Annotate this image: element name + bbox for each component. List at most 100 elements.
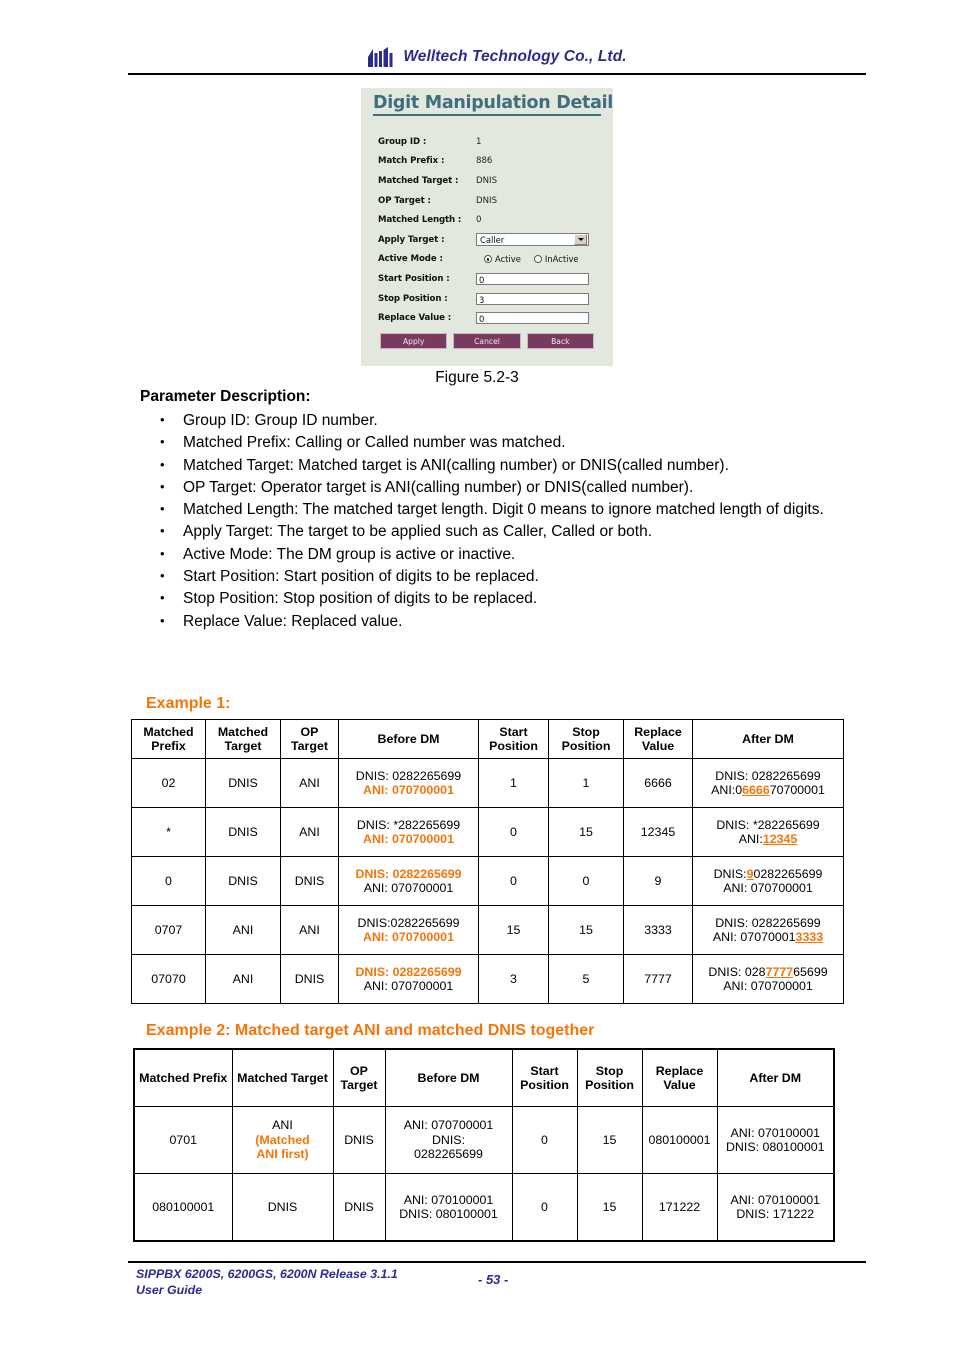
cell-op-target: DNIS — [280, 954, 339, 1004]
cell-before-dm: DNIS: 0282265699 ANI: 070700001 — [338, 758, 479, 808]
welltech-logo-icon — [368, 47, 393, 67]
cell-replace-value: 3333 — [623, 905, 693, 955]
list-item: Active Mode: The DM group is active or i… — [146, 543, 846, 566]
matched-target-label: Matched Target : — [378, 175, 459, 186]
page-number: - 53 - — [478, 1272, 509, 1287]
back-button[interactable]: Back — [526, 333, 594, 349]
column-header-matched-target: Matched Target — [231, 1048, 334, 1107]
column-header-stop-position: Stop Position — [576, 1048, 643, 1107]
cell-op-target: DNIS — [332, 1173, 386, 1242]
apply-target-select[interactable]: Caller — [476, 233, 589, 247]
op-target-label: OP Target : — [378, 195, 431, 206]
cell-stop-position: 1 — [548, 758, 624, 808]
cell-matched-prefix: 02 — [131, 758, 206, 808]
cell-op-target: DNIS — [280, 856, 339, 906]
example2-heading: Example 2: Matched target ANI and matche… — [146, 1022, 595, 1039]
field-replace-value: Replace Value : 0 — [378, 308, 606, 328]
radio-active[interactable]: Active — [484, 254, 521, 264]
column-header-matched-prefix: Matched Prefix — [133, 1048, 233, 1107]
cell-replace-value: 9 — [623, 856, 693, 906]
cell-start-position: 0 — [511, 1173, 578, 1242]
list-item: Matched Prefix: Calling or Called number… — [146, 431, 846, 454]
brand: Welltech Technology Co., Ltd. — [128, 44, 866, 70]
active-mode-radio-group: Active InActive — [476, 254, 579, 264]
cell-replace-value: 12345 — [623, 807, 693, 857]
field-match-prefix: Match Prefix : 886 — [378, 152, 606, 172]
column-header-start-position: Start Position — [478, 719, 549, 759]
cell-matched-prefix: 0 — [131, 856, 206, 906]
cell-stop-position: 15 — [548, 905, 624, 955]
replace-value-input[interactable]: 0 — [476, 312, 589, 325]
cell-matched-target: ANI — [205, 954, 281, 1004]
panel-title: Digit Manipulation Detail — [373, 93, 613, 116]
cell-start-position: 0 — [511, 1106, 578, 1174]
column-header-start-position: Start Position — [511, 1048, 578, 1107]
list-item: OP Target: Operator target is ANI(callin… — [146, 476, 846, 499]
digit-manipulation-detail-panel: Digit Manipulation Detail Group ID : 1 M… — [361, 88, 613, 366]
list-item: Matched Length: The matched target lengt… — [146, 498, 846, 521]
apply-target-label: Apply Target : — [378, 234, 445, 245]
cell-stop-position: 0 — [548, 856, 624, 906]
list-item: Replace Value: Replaced value. — [146, 610, 846, 633]
table-row: 0701 ANI (Matched ANI first) DNIS ANI: 0… — [133, 1106, 835, 1174]
cell-after-dm: DNIS:90282265699 ANI: 070700001 — [692, 856, 844, 906]
matched-target-value: DNIS — [476, 175, 498, 186]
column-header-after-dm: After DM — [692, 719, 844, 759]
field-stop-position: Stop Position : 3 — [378, 289, 606, 309]
op-target-value: DNIS — [476, 195, 498, 206]
cell-before-dm: ANI: 070100001 DNIS: 080100001 — [384, 1173, 513, 1242]
list-item: Matched Target: Matched target is ANI(ca… — [146, 454, 846, 477]
column-header-matched-target: Matched Target — [205, 719, 281, 759]
match-prefix-label: Match Prefix : — [378, 156, 445, 167]
cell-after-dm: DNIS: 0282265699 ANI: 070700013333 — [692, 905, 844, 955]
list-item: Group ID: Group ID number. — [146, 409, 846, 432]
matched-length-value: 0 — [476, 215, 482, 226]
radio-inactive[interactable]: InActive — [533, 254, 579, 265]
cell-stop-position: 15 — [548, 807, 624, 857]
footer-doc-line: User Guide — [136, 1283, 203, 1297]
company-name: Welltech Technology Co., Ltd. — [403, 48, 627, 65]
cell-stop-position: 15 — [576, 1173, 643, 1242]
cell-replace-value: 171222 — [641, 1173, 718, 1242]
field-apply-target: Apply Target : Caller — [378, 230, 606, 250]
parameter-description-heading: Parameter Description: — [140, 388, 311, 405]
cell-after-dm: ANI: 070100001 DNIS: 171222 — [716, 1173, 835, 1242]
list-item: Apply Target: The target to be applied s… — [146, 520, 846, 543]
cell-stop-position: 15 — [576, 1106, 643, 1174]
group-id-label: Group ID : — [378, 136, 427, 147]
cell-before-dm: DNIS: 0282265699 ANI: 070700001 — [338, 954, 479, 1004]
column-header-before-dm: Before DM — [384, 1048, 513, 1107]
apply-button[interactable]: Apply — [380, 333, 448, 349]
cell-after-dm: DNIS: *282265699 ANI:12345 — [692, 807, 844, 857]
table-header-row: Matched Prefix Matched Target OP Target … — [131, 719, 844, 759]
radio-inactive-label: InActive — [544, 254, 579, 265]
cell-op-target: DNIS — [332, 1106, 386, 1174]
column-header-op-target: OP Target — [280, 719, 339, 759]
cell-before-dm: DNIS: *282265699 ANI: 070700001 — [338, 807, 479, 857]
stop-position-input[interactable]: 3 — [476, 292, 589, 305]
cell-start-position: 3 — [478, 954, 549, 1004]
column-header-replace-value: Replace Value — [641, 1048, 718, 1107]
cell-matched-prefix: 07070 — [131, 954, 206, 1004]
cell-replace-value: 7777 — [623, 954, 693, 1004]
footer-divider — [128, 1261, 866, 1263]
footer-product-line: SIPPBX 6200S, 6200GS, 6200N Release 3.1.… — [136, 1267, 398, 1281]
cell-after-dm: ANI: 070100001 DNIS: 080100001 — [716, 1106, 835, 1174]
field-matched-target: Matched Target : DNIS — [378, 171, 606, 191]
chevron-down-icon[interactable] — [574, 234, 587, 246]
radio-inactive-indicator — [533, 255, 542, 264]
stop-position-label: Stop Position : — [378, 293, 448, 304]
cell-start-position: 15 — [478, 905, 549, 955]
start-position-input[interactable]: 0 — [476, 272, 589, 285]
cell-op-target: ANI — [280, 905, 339, 955]
list-item: Stop Position: Stop position of digits t… — [146, 587, 846, 610]
example2-table: Matched Prefix Matched Target OP Target … — [133, 1048, 835, 1242]
cell-start-position: 0 — [478, 856, 549, 906]
match-prefix-value: 886 — [476, 156, 493, 167]
cell-stop-position: 5 — [548, 954, 624, 1004]
table-row: * DNIS ANI DNIS: *282265699 ANI: 0707000… — [131, 807, 844, 857]
cancel-button[interactable]: Cancel — [453, 333, 521, 349]
start-position-label: Start Position : — [378, 273, 450, 284]
page-header: Welltech Technology Co., Ltd. — [128, 44, 866, 75]
column-header-before-dm: Before DM — [338, 719, 479, 759]
